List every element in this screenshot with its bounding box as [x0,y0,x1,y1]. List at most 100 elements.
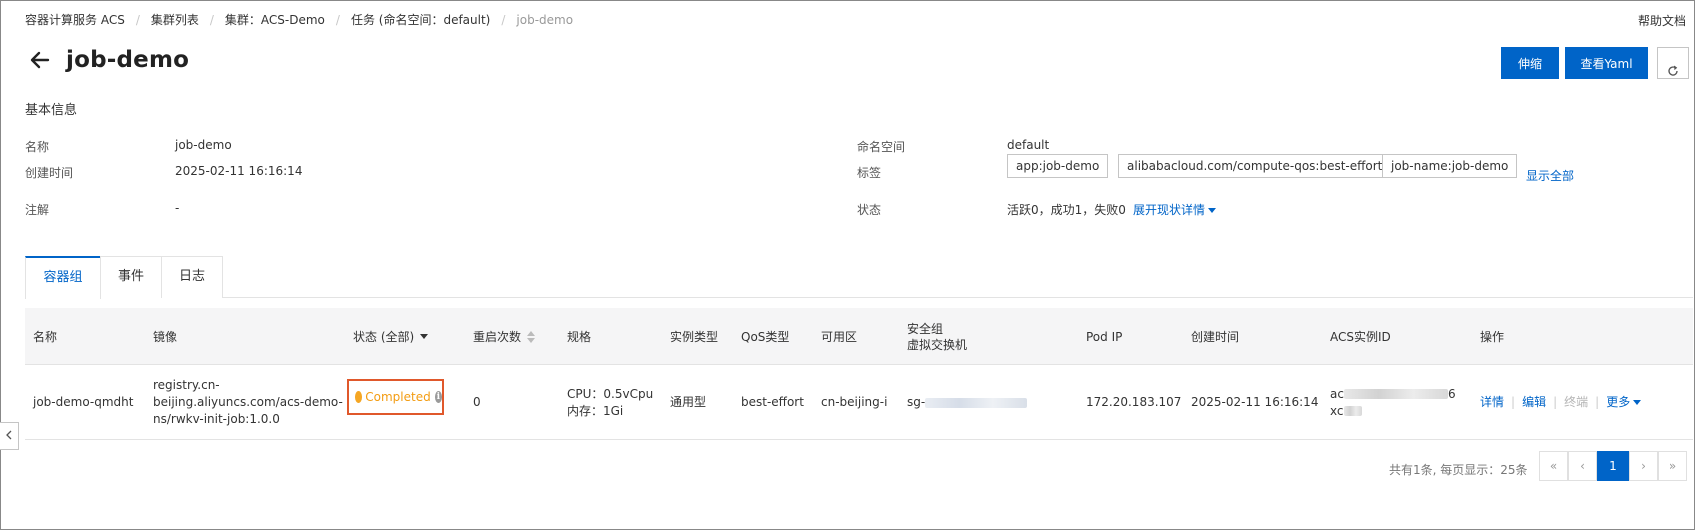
page-header: job-demo [28,47,189,73]
name-value: job-demo [175,138,232,152]
breadcrumb-item-current: job-demo [516,12,574,27]
label-tag: job-name:job-demo [1382,154,1518,178]
acs-instance-id-cell: ac 6 xc [1330,365,1456,440]
breadcrumb-item-cluster-list[interactable]: 集群列表 [151,11,199,28]
expand-status-label: 展开现状详情 [1133,203,1206,217]
label-tag: alibabacloud.com/compute-qos:best-effort [1118,154,1392,178]
status-label: 状态 [857,203,882,217]
page-1-button[interactable]: 1 [1597,451,1629,481]
show-all-labels-link[interactable]: 显示全部 [1526,167,1574,184]
edit-action[interactable]: 编辑 [1522,394,1546,411]
table-header: 名称 镜像 状态 (全部) 重启次数 规格 实例类型 QoS类型 可用区 安全组… [25,308,1693,365]
chevron-down-icon [1208,208,1217,213]
column-network: 安全组 虚拟交换机 [907,308,967,365]
table-row: job-demo-qmdht registry.cn- beijing.aliy… [25,365,1693,440]
redacted-value [1343,389,1448,399]
column-name: 名称 [33,329,58,344]
column-security-group: 安全组 [907,321,944,336]
refresh-icon [1667,57,1679,89]
status-badge: Completed i [347,379,444,415]
instance-type-cell: 通用型 [670,395,707,409]
last-page-button[interactable]: » [1658,451,1687,481]
breadcrumb-item-acs[interactable]: 容器计算服务 ACS [25,11,125,28]
breadcrumb-separator: / [135,12,140,27]
action-divider: | [1511,395,1516,409]
image-line: ns/rwkv-init-job:1.0.0 [153,412,280,426]
tab-events[interactable]: 事件 [100,256,162,298]
column-spec: 规格 [567,329,592,344]
expand-status-link[interactable]: 展开现状详情 [1133,201,1217,218]
action-divider: | [1595,395,1600,409]
redacted-value [1343,406,1362,416]
help-docs-link[interactable]: 帮助文档 [1638,12,1686,29]
action-divider: | [1553,395,1558,409]
spec-cpu: CPU：0.5vCpu [567,386,654,401]
prev-page-button[interactable]: ‹ [1568,451,1597,481]
pod-name-link[interactable]: job-demo-qmdht [33,365,133,440]
page-title: job-demo [66,47,190,73]
acs-id-end: 6 [1447,386,1456,401]
redacted-value [925,397,1028,408]
labels-label: 标签 [857,166,882,180]
restarts-cell: 0 [473,395,481,409]
image-line: beijing.aliyuncs.com/acs-demo- [153,395,343,409]
spec-cell: CPU：0.5vCpu 内存：1Gi [567,365,653,440]
created-label: 创建时间 [25,166,74,180]
arrow-left-icon[interactable] [28,48,52,72]
annotation-value: - [175,201,180,215]
basic-info-title: 基本信息 [25,103,78,118]
breadcrumb-separator: / [501,12,506,27]
zone-cell: cn-beijing-i [821,395,888,409]
security-group-link[interactable]: sg- [907,365,1028,440]
column-acs-instance-id: ACS实例ID [1330,329,1391,344]
column-qos: QoS类型 [741,329,790,344]
column-status[interactable]: 状态 (全部) [353,308,429,365]
column-image: 镜像 [153,329,178,344]
column-restarts[interactable]: 重启次数 [473,308,536,365]
more-actions-dropdown[interactable]: 更多 [1606,394,1642,411]
pagination-summary: 共有1条, 每页显示：25条 [1389,463,1528,477]
tab-bar: 容器组 事件 日志 [25,256,1693,299]
column-restarts-label: 重启次数 [473,329,522,344]
pod-ip-cell: 172.20.183.107 [1086,395,1182,409]
tab-pods[interactable]: 容器组 [25,256,101,299]
tab-logs[interactable]: 日志 [161,256,223,298]
column-zone: 可用区 [821,329,858,344]
scale-button[interactable]: 伸缩 [1501,47,1559,79]
chevron-down-icon [1633,400,1642,405]
name-label: 名称 [25,140,50,154]
namespace-value: default [1007,138,1050,152]
created-cell: 2025-02-11 16:16:14 [1191,395,1319,409]
view-yaml-button[interactable]: 查看Yaml [1565,47,1648,79]
status-text: Completed [365,390,431,404]
chevron-left-icon [5,429,13,443]
first-page-button[interactable]: « [1539,451,1568,481]
next-page-button[interactable]: › [1629,451,1658,481]
column-actions: 操作 [1480,329,1505,344]
column-instance-type: 实例类型 [670,329,719,344]
spec-memory: 内存：1Gi [567,403,624,418]
namespace-label: 命名空间 [857,140,906,154]
chevron-down-icon [420,334,429,339]
refresh-button[interactable] [1657,47,1689,79]
sort-icon [527,330,536,343]
acs-id-line: ac 6 [1330,386,1456,403]
image-line: registry.cn- [153,378,220,392]
breadcrumb-item-cluster[interactable]: 集群：ACS-Demo [225,11,325,28]
acs-id-line: xc [1330,403,1362,420]
info-icon[interactable]: i [434,391,442,403]
breadcrumb-separator: / [335,12,340,27]
detail-action[interactable]: 详情 [1480,394,1504,411]
acs-id-line2: xc [1330,403,1344,418]
status-dot [355,391,363,403]
acs-id-start: ac [1330,386,1344,401]
created-value: 2025-02-11 16:16:14 [175,164,303,178]
image-cell: registry.cn- beijing.aliyuncs.com/acs-de… [153,365,343,440]
status-summary: 活跃0，成功1，失败0 [1007,203,1126,217]
column-vswitch: 虚拟交换机 [907,337,968,352]
column-status-label: 状态 (全部) [353,329,415,344]
qos-cell: best-effort [741,395,804,409]
sidebar-toggle[interactable] [0,422,19,450]
breadcrumb-item-jobs[interactable]: 任务 (命名空间：default) [351,11,490,28]
breadcrumb-separator: / [209,12,214,27]
